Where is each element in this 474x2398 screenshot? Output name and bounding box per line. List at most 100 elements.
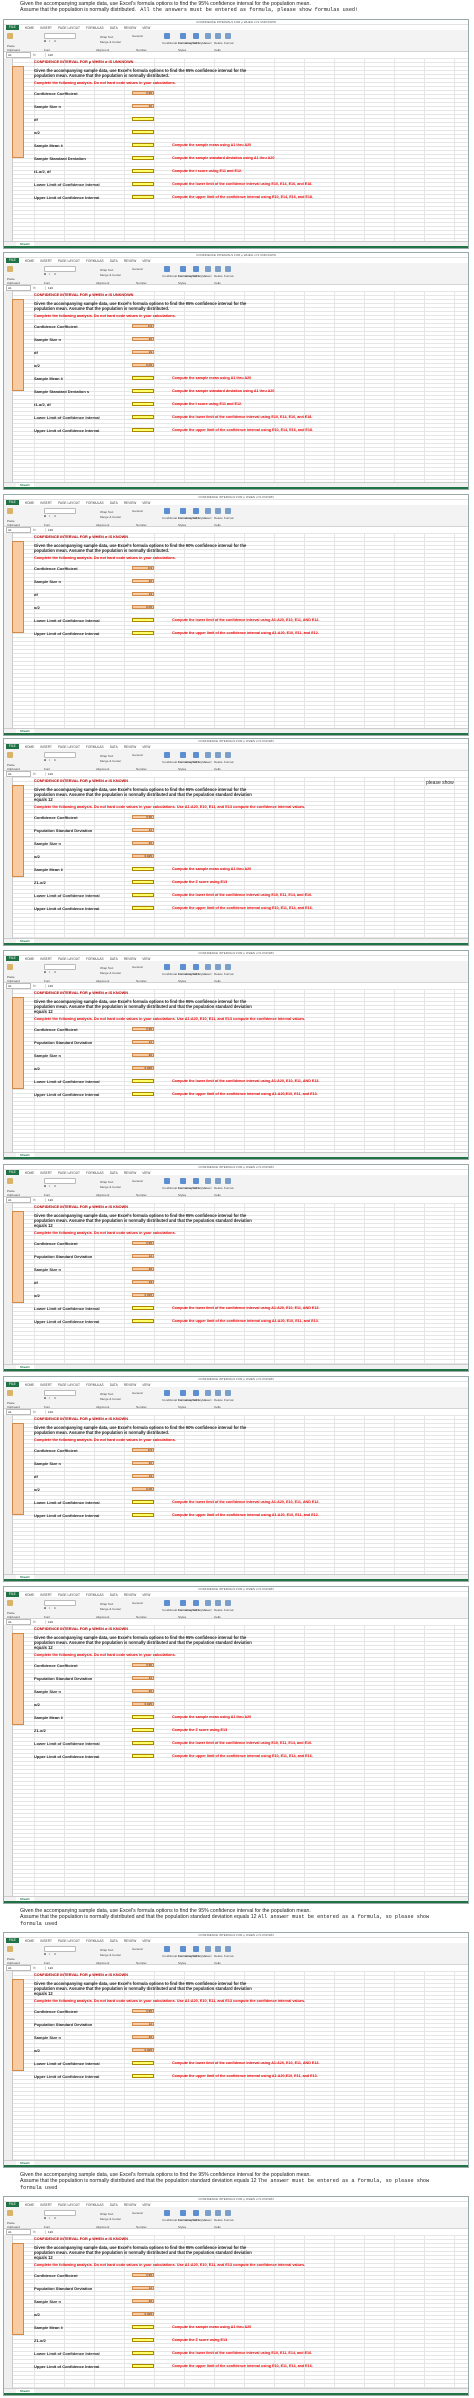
wrap-text-button[interactable]: Wrap Text	[100, 2212, 113, 2216]
underline-icon[interactable]: U	[54, 1184, 56, 1188]
tab-formulas[interactable]: FORMULAS	[86, 1383, 104, 1387]
formula-input[interactable]: 120	[45, 53, 468, 57]
tab-view[interactable]: VIEW	[142, 501, 150, 505]
formula-input[interactable]: 120	[45, 528, 468, 532]
merge-center-button[interactable]: Merge & Center	[100, 515, 121, 519]
worksheet-grid[interactable]: CONFIDENCE INTERVAL FOR μ WHEN σ IS UNKN…	[4, 291, 468, 483]
bold-icon[interactable]: B	[44, 758, 46, 762]
tab-data[interactable]: DATA	[110, 2203, 118, 2207]
tab-view[interactable]: VIEW	[142, 1383, 150, 1387]
italic-icon[interactable]: I	[49, 39, 50, 43]
underline-icon[interactable]: U	[54, 758, 56, 762]
tab-data[interactable]: DATA	[110, 259, 118, 263]
italic-icon[interactable]: I	[49, 758, 50, 762]
wrap-text-button[interactable]: Wrap Text	[100, 1180, 113, 1184]
tab-home[interactable]: HOME	[25, 1171, 35, 1175]
tab-insert[interactable]: INSERT	[40, 26, 52, 30]
tab-review[interactable]: REVIEW	[124, 1383, 137, 1387]
delete-cells-button[interactable]: Delete	[214, 1398, 223, 1402]
merge-center-button[interactable]: Merge & Center	[100, 40, 121, 44]
value-cell[interactable]: 0.95	[132, 2273, 154, 2277]
answer-cell[interactable]	[132, 880, 154, 884]
tab-page-layout[interactable]: PAGE LAYOUT	[58, 1171, 80, 1175]
wrap-text-button[interactable]: Wrap Text	[100, 1602, 113, 1606]
answer-cell[interactable]	[132, 2338, 154, 2342]
bold-icon[interactable]: B	[44, 1606, 46, 1610]
tab-view[interactable]: VIEW	[142, 1939, 150, 1943]
tab-review[interactable]: REVIEW	[124, 26, 137, 30]
tab-data[interactable]: DATA	[110, 501, 118, 505]
tab-insert[interactable]: INSERT	[40, 957, 52, 961]
value-cell[interactable]: 20	[132, 1689, 154, 1693]
formula-input[interactable]: 120	[45, 1198, 468, 1202]
tab-data[interactable]: DATA	[110, 1939, 118, 1943]
worksheet-grid[interactable]: CONFIDENCE INTERVAL FOR μ WHEN σ IS KNOW…	[4, 777, 468, 939]
font-name-select[interactable]	[44, 1946, 76, 1952]
tab-formulas[interactable]: FORMULAS	[86, 2203, 104, 2207]
tab-formulas[interactable]: FORMULAS	[86, 1593, 104, 1597]
format-cells-button[interactable]: Format	[224, 760, 234, 764]
number-format-select[interactable]: General	[132, 1179, 143, 1183]
value-cell[interactable]: 0.9	[132, 566, 154, 570]
delete-cells-button[interactable]: Delete	[214, 1954, 223, 1958]
formula-input[interactable]: 120	[45, 1966, 468, 1970]
answer-cell[interactable]	[132, 2325, 154, 2329]
value-cell[interactable]: 0.025	[132, 1066, 154, 1070]
value-cell[interactable]: 0.025	[132, 2312, 154, 2316]
insert-cells-button[interactable]: Insert	[204, 1954, 212, 1958]
answer-cell[interactable]	[132, 428, 154, 432]
underline-icon[interactable]: U	[54, 1606, 56, 1610]
insert-cells-button[interactable]: Insert	[204, 2218, 212, 2222]
answer-cell[interactable]	[132, 169, 154, 173]
number-format-select[interactable]: General	[132, 753, 143, 757]
bold-icon[interactable]: B	[44, 1396, 46, 1400]
value-cell[interactable]: 0.95	[132, 815, 154, 819]
value-cell[interactable]: 20	[132, 104, 154, 108]
answer-cell[interactable]	[132, 117, 154, 121]
wrap-text-button[interactable]: Wrap Text	[100, 1392, 113, 1396]
number-format-select[interactable]: General	[132, 34, 143, 38]
answer-cell[interactable]	[132, 1513, 154, 1517]
value-cell[interactable]: 19	[132, 592, 154, 596]
tab-formulas[interactable]: FORMULAS	[86, 957, 104, 961]
delete-cells-button[interactable]: Delete	[214, 1186, 223, 1190]
tab-review[interactable]: REVIEW	[124, 501, 137, 505]
tab-view[interactable]: VIEW	[142, 957, 150, 961]
bold-icon[interactable]: B	[44, 39, 46, 43]
worksheet-grid[interactable]: CONFIDENCE INTERVAL FOR μ WHEN σ IS KNOW…	[4, 533, 468, 729]
tab-insert[interactable]: INSERT	[40, 745, 52, 749]
bold-icon[interactable]: B	[44, 514, 46, 518]
answer-cell[interactable]	[132, 195, 154, 199]
wrap-text-button[interactable]: Wrap Text	[100, 966, 113, 970]
bold-icon[interactable]: B	[44, 970, 46, 974]
tab-data[interactable]: DATA	[110, 1171, 118, 1175]
tab-home[interactable]: HOME	[25, 1383, 35, 1387]
tab-home[interactable]: HOME	[25, 1593, 35, 1597]
tab-view[interactable]: VIEW	[142, 26, 150, 30]
insert-cells-button[interactable]: Insert	[204, 1608, 212, 1612]
answer-cell[interactable]	[132, 376, 154, 380]
font-name-select[interactable]	[44, 1390, 76, 1396]
answer-cell[interactable]	[132, 1754, 154, 1758]
underline-icon[interactable]: U	[54, 1396, 56, 1400]
insert-cells-button[interactable]: Insert	[204, 516, 212, 520]
tab-page-layout[interactable]: PAGE LAYOUT	[58, 957, 80, 961]
tab-formulas[interactable]: FORMULAS	[86, 259, 104, 263]
format-cells-button[interactable]: Format	[224, 1398, 234, 1402]
value-cell[interactable]: 0.95	[132, 1027, 154, 1031]
value-cell[interactable]: 12	[132, 828, 154, 832]
value-cell[interactable]: 0.95	[132, 1241, 154, 1245]
value-cell[interactable]: 12	[132, 2022, 154, 2026]
formula-input[interactable]: 120	[45, 2230, 468, 2234]
bold-icon[interactable]: B	[44, 2216, 46, 2220]
answer-cell[interactable]	[132, 2074, 154, 2078]
insert-cells-button[interactable]: Insert	[204, 274, 212, 278]
tab-review[interactable]: REVIEW	[124, 2203, 137, 2207]
merge-center-button[interactable]: Merge & Center	[100, 1953, 121, 1957]
tab-review[interactable]: REVIEW	[124, 1939, 137, 1943]
bold-icon[interactable]: B	[44, 1952, 46, 1956]
tab-insert[interactable]: INSERT	[40, 1593, 52, 1597]
value-cell[interactable]: 0.025	[132, 854, 154, 858]
italic-icon[interactable]: I	[49, 1606, 50, 1610]
underline-icon[interactable]: U	[54, 39, 56, 43]
